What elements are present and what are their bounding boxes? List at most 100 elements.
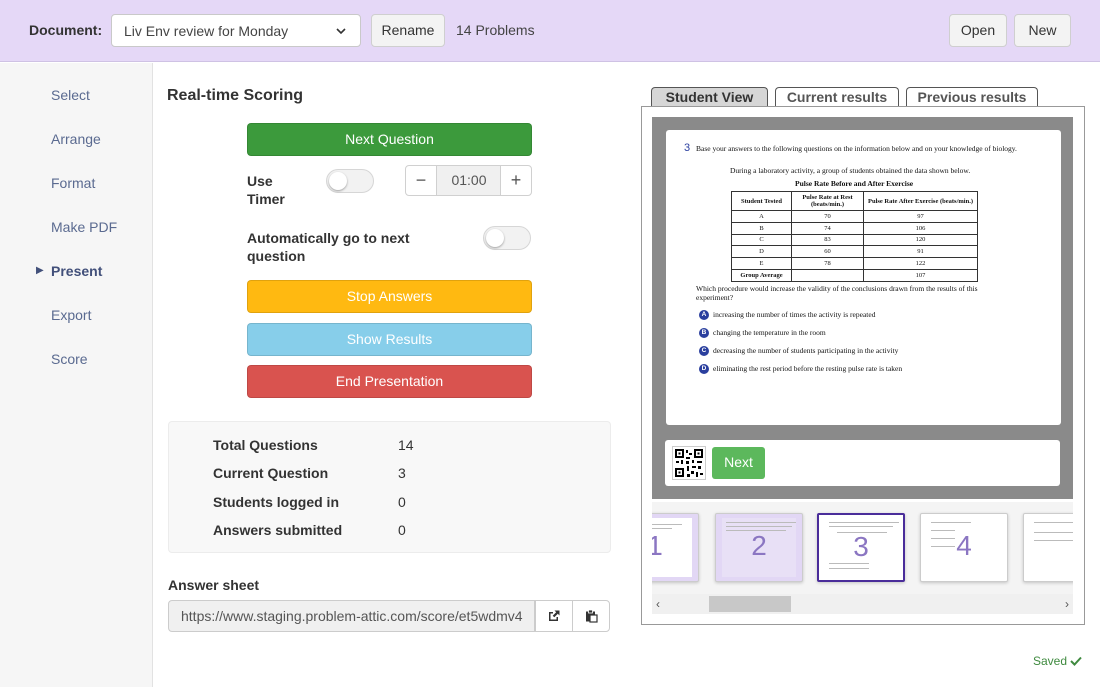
active-arrow-icon: ▶ xyxy=(36,265,44,276)
thumbnail-line xyxy=(829,526,893,527)
problems-count: 14 Problems xyxy=(456,22,535,38)
table-header-cell: Student Tested xyxy=(731,191,792,211)
tab-previous-results[interactable]: Previous results xyxy=(906,87,1038,107)
timer-increment-button[interactable]: + xyxy=(500,166,531,195)
table-header-row: Student Tested Pulse Rate at Rest (beats… xyxy=(731,191,978,211)
thumbnail-2[interactable]: 2 xyxy=(715,513,803,582)
table-cell: Group Average xyxy=(731,268,792,282)
show-results-button[interactable]: Show Results xyxy=(247,323,532,356)
choice-text: decreasing the number of students partic… xyxy=(713,346,899,355)
answer-choice[interactable]: Deliminating the rest period before the … xyxy=(699,364,903,375)
table-row: C 83 120 xyxy=(731,233,978,247)
table-cell: 60 xyxy=(791,245,864,259)
qr-code-icon[interactable] xyxy=(672,446,706,480)
table-cell: 91 xyxy=(863,245,978,259)
answer-choice[interactable]: Cdecreasing the number of students parti… xyxy=(699,346,899,357)
tab-student-view[interactable]: Student View xyxy=(651,87,768,107)
saved-label: Saved xyxy=(1033,654,1068,668)
table-cell: 106 xyxy=(863,221,978,235)
stat-value: 0 xyxy=(398,522,406,538)
choice-text: changing the temperature in the room xyxy=(713,328,826,337)
document-select-value: Liv Env review for Monday xyxy=(124,23,289,39)
thumbnail-line xyxy=(652,524,682,525)
thumbnail-line xyxy=(652,528,672,529)
stop-answers-button[interactable]: Stop Answers xyxy=(247,280,532,313)
sidebar-item-present[interactable]: Present xyxy=(51,263,102,279)
thumbnail-page xyxy=(1030,518,1073,577)
timer-value[interactable]: 01:00 xyxy=(437,166,501,195)
tab-current-results[interactable]: Current results xyxy=(775,87,899,107)
stat-label: Total Questions xyxy=(213,437,318,453)
saved-status: Saved xyxy=(1033,654,1083,668)
chevron-left-icon[interactable]: ‹ xyxy=(656,597,660,611)
answer-sheet-label: Answer sheet xyxy=(168,577,260,593)
choice-text: eliminating the rest period before the r… xyxy=(713,364,903,373)
new-button[interactable]: New xyxy=(1014,14,1071,47)
auto-next-toggle[interactable] xyxy=(483,226,531,250)
choice-bubble-icon: B xyxy=(699,328,709,339)
table-row: A 70 97 xyxy=(731,210,978,223)
thumbnail-strip: 1 2 3 4 5 xyxy=(652,502,1073,594)
answer-sheet-url-field[interactable]: https://www.staging.problem-attic.com/sc… xyxy=(168,600,535,632)
section-title: Real-time Scoring xyxy=(167,87,304,104)
toggle-knob xyxy=(329,172,347,190)
table-cell: 120 xyxy=(863,233,978,247)
stat-value: 3 xyxy=(398,465,406,481)
use-timer-toggle[interactable] xyxy=(326,169,374,193)
thumbnail-3[interactable]: 3 xyxy=(817,513,905,582)
auto-next-label: Automatically go to next question xyxy=(247,230,410,264)
answer-choice[interactable]: Aincreasing the number of times the acti… xyxy=(699,310,875,321)
student-next-button[interactable]: Next xyxy=(712,447,765,479)
table-cell: E xyxy=(731,257,792,270)
sidebar: Select Arrange Format Make PDF ▶ Present… xyxy=(0,63,153,687)
thumbnail-line xyxy=(1034,532,1073,533)
table-row: Group Average 107 xyxy=(731,268,978,282)
thumbnail-number: 4 xyxy=(956,530,972,561)
stat-label: Current Question xyxy=(213,465,329,481)
thumbnail-4[interactable]: 4 xyxy=(920,513,1008,582)
data-table: Student Tested Pulse Rate at Rest (beats… xyxy=(731,191,978,282)
thumbnail-line xyxy=(829,568,869,569)
table-cell: 107 xyxy=(863,268,978,282)
thumbnail-1[interactable]: 1 xyxy=(652,513,699,582)
sidebar-item-score[interactable]: Score xyxy=(51,351,88,367)
rename-button[interactable]: Rename xyxy=(371,14,445,47)
student-nav-bar: Next xyxy=(665,440,1060,486)
sidebar-item-export[interactable]: Export xyxy=(51,307,91,323)
scrollbar-thumb[interactable] xyxy=(709,596,791,612)
sidebar-item-make-pdf[interactable]: Make PDF xyxy=(51,219,117,235)
question-card: 3 Base your answers to the following que… xyxy=(666,130,1061,425)
check-icon xyxy=(1070,656,1083,666)
sidebar-item-arrange[interactable]: Arrange xyxy=(51,131,101,147)
thumbnail-line xyxy=(726,522,796,523)
question-prompt: Which procedure would increase the valid… xyxy=(696,284,978,302)
qr-code-graphic xyxy=(675,449,703,477)
chevron-down-icon xyxy=(336,28,346,35)
table-cell: C xyxy=(731,233,792,247)
table-cell: 122 xyxy=(863,257,978,270)
thumbnail-scrollbar[interactable]: ‹ › xyxy=(652,594,1073,614)
timer-decrement-button[interactable]: − xyxy=(406,166,437,195)
copy-link-button[interactable] xyxy=(572,600,610,632)
question-lead: During a laboratory activity, a group of… xyxy=(730,166,971,175)
thumbnail-line xyxy=(829,522,899,523)
sidebar-item-select[interactable]: Select xyxy=(51,87,90,103)
table-cell xyxy=(791,268,864,282)
document-select[interactable]: Liv Env review for Monday xyxy=(111,14,361,47)
table-cell: 78 xyxy=(791,257,864,270)
answer-choice[interactable]: Bchanging the temperature in the room xyxy=(699,328,826,339)
table-cell: D xyxy=(731,245,792,259)
thumbnail-5[interactable]: 5 xyxy=(1023,513,1073,582)
table-cell: B xyxy=(731,221,792,235)
chevron-right-icon[interactable]: › xyxy=(1065,597,1069,611)
choice-bubble-icon: A xyxy=(699,310,709,321)
clipboard-icon xyxy=(586,609,598,623)
question-number: 3 xyxy=(684,142,691,154)
next-question-button[interactable]: Next Question xyxy=(247,123,532,156)
open-button[interactable]: Open xyxy=(949,14,1007,47)
sidebar-item-format[interactable]: Format xyxy=(51,175,95,191)
timer-stepper: − 01:00 + xyxy=(405,165,532,196)
open-link-button[interactable] xyxy=(535,600,573,632)
end-presentation-button[interactable]: End Presentation xyxy=(247,365,532,398)
table-title: Pulse Rate Before and After Exercise xyxy=(795,179,914,188)
